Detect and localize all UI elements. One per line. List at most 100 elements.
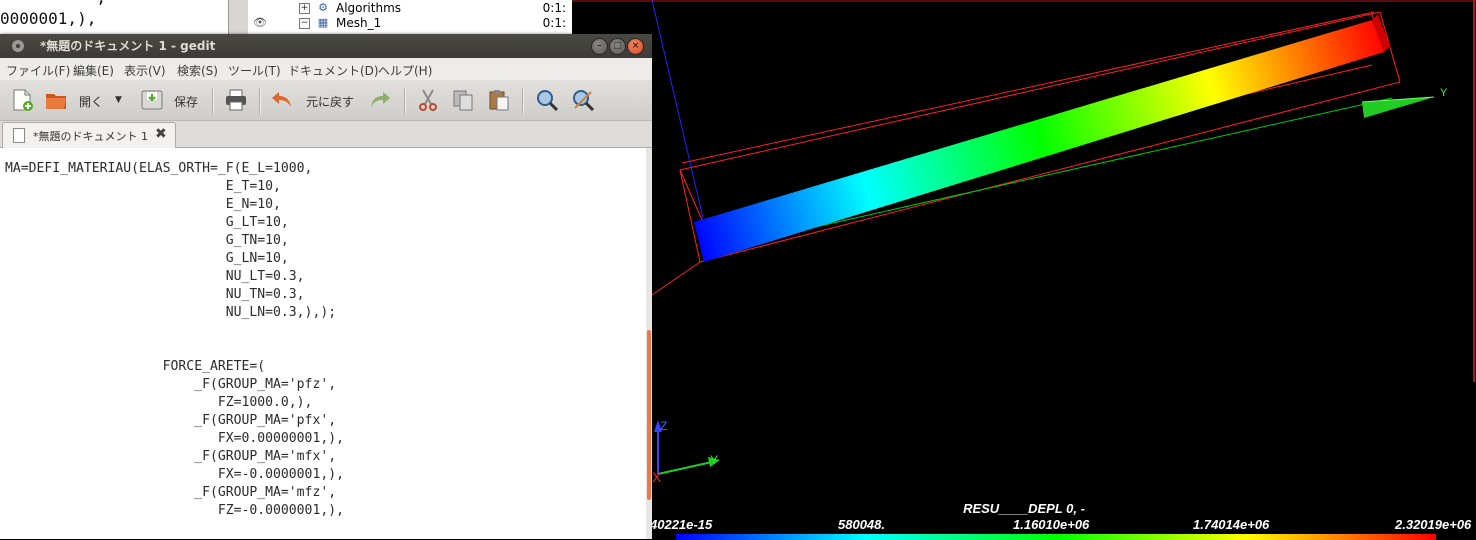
x-axis-label: X — [652, 469, 662, 485]
copy-button[interactable] — [451, 88, 477, 112]
tree-item-entry: 0:1: — [542, 1, 566, 15]
object-browser: + ⚙ Algorithms 0:1: 👁 − ▦ Mesh_1 0:1: — [248, 0, 573, 34]
3d-viewer[interactable]: Y Z Y X RESU____DEPL 0, - 40221e-15 5800… — [572, 0, 1476, 540]
collapse-icon[interactable]: − — [299, 18, 310, 29]
text-editor[interactable]: MA=DEFI_MATERIAU(ELAS_ORTH=_F(E_L=1000, … — [0, 148, 646, 539]
tree-item-entry: 0:1: — [542, 16, 566, 30]
code-line[interactable]: FX=0.00000001,), — [5, 431, 344, 446]
minimize-button[interactable]: – — [591, 38, 608, 55]
toolbar-separator — [212, 88, 214, 114]
menu-documents[interactable]: ドキュメント(D) — [288, 62, 379, 79]
algorithm-icon: ⚙ — [318, 1, 328, 14]
scalar-bar-label-min: 40221e-15 — [650, 517, 713, 532]
z-axis-label: Z — [660, 419, 667, 433]
save-label: 保存 — [174, 95, 199, 109]
code-line[interactable]: G_LN=10, — [5, 251, 289, 266]
code-line[interactable]: FZ=1000.0,), — [5, 395, 313, 410]
find-replace-button[interactable] — [571, 88, 597, 112]
paste-icon — [489, 90, 509, 111]
redo-icon — [371, 92, 390, 107]
code-content[interactable]: MA=DEFI_MATERIAU(ELAS_ORTH=_F(E_L=1000, … — [5, 160, 344, 520]
scalar-bar-label: 580048. — [838, 517, 885, 532]
toolbar-separator — [522, 88, 524, 114]
code-line[interactable]: MA=DEFI_MATERIAU(ELAS_ORTH=_F(E_L=1000, — [5, 161, 312, 176]
scissors-icon — [419, 89, 437, 111]
y-arrow-cone — [1362, 97, 1434, 118]
undo-button[interactable]: 元に戻す — [270, 88, 370, 112]
y-axis-label: Y — [710, 453, 718, 467]
code-line[interactable]: E_T=10, — [5, 179, 281, 194]
code-line[interactable]: FORCE_ARETE=( — [5, 359, 266, 374]
code-line[interactable]: _F(GROUP_MA='pfx', — [5, 413, 336, 428]
menu-file[interactable]: ファイル(F) — [6, 62, 70, 79]
scalar-bar-label: 1.74014e+06 — [1193, 517, 1270, 532]
open-label: 開く — [79, 95, 104, 109]
expand-icon[interactable]: + — [299, 3, 310, 14]
save-icon — [141, 90, 163, 110]
code-line[interactable]: G_LT=10, — [5, 215, 289, 230]
mesh-icon: ▦ — [317, 16, 329, 29]
print-button[interactable] — [224, 88, 250, 112]
scalar-bar-label-max: 2.32019e+06 — [1395, 517, 1472, 532]
find-button[interactable] — [535, 88, 561, 112]
code-line[interactable]: NU_LN=0.3,),); — [5, 305, 336, 320]
folder-open-icon — [46, 94, 66, 109]
background-editor-line: , — [0, 0, 106, 7]
search-icon — [537, 90, 559, 112]
scrollbar-thumb[interactable] — [647, 330, 651, 500]
undo-label: 元に戻す — [306, 95, 355, 109]
menu-view[interactable]: 表示(V) — [124, 62, 166, 79]
code-line[interactable]: NU_LT=0.3, — [5, 269, 305, 284]
open-button[interactable]: 開く ▼ — [44, 88, 154, 112]
deformed-beam[interactable] — [694, 20, 1384, 262]
vertical-scrollbar[interactable] — [646, 148, 652, 539]
tree-item-algorithms[interactable]: + ⚙ Algorithms 0:1: — [248, 1, 572, 16]
code-line[interactable]: NU_TN=0.3, — [5, 287, 305, 302]
redo-button[interactable] — [368, 88, 394, 112]
undo-icon — [272, 92, 291, 107]
toolbar: 開く ▼ 保存 元に戻す — [0, 80, 652, 121]
new-document-icon — [13, 89, 33, 111]
gedit-window: *無題のドキュメント 1 - gedit – □ × ファイル(F) 編集(E)… — [0, 34, 652, 539]
axes-triad: Z Y X — [652, 419, 720, 485]
toolbar-separator — [259, 88, 261, 114]
title-bar[interactable]: *無題のドキュメント 1 - gedit – □ × — [0, 34, 652, 58]
tree-item-mesh[interactable]: 👁 − ▦ Mesh_1 0:1: — [248, 16, 572, 31]
find-replace-icon — [573, 90, 595, 112]
cut-button[interactable] — [416, 88, 442, 112]
splitter[interactable] — [228, 0, 249, 34]
toolbar-separator — [404, 88, 406, 114]
scalar-bar-title: RESU____DEPL 0, - — [963, 501, 1085, 516]
menu-search[interactable]: 検索(S) — [177, 62, 218, 79]
code-line[interactable]: G_TN=10, — [5, 233, 289, 248]
tree-item-label: Mesh_1 — [336, 16, 382, 30]
visibility-eye-icon[interactable]: 👁 — [253, 16, 267, 29]
menu-tools[interactable]: ツール(T) — [228, 62, 281, 79]
new-button[interactable] — [10, 88, 36, 112]
code-line[interactable]: FZ=-0.0000001,), — [5, 503, 344, 518]
code-line[interactable]: _F(GROUP_MA='mfz', — [5, 485, 336, 500]
scalar-bar-gradient — [676, 534, 1436, 540]
close-button[interactable]: × — [627, 38, 644, 55]
code-line[interactable]: _F(GROUP_MA='pfz', — [5, 377, 336, 392]
save-button[interactable]: 保存 — [140, 88, 206, 112]
tab-close-icon[interactable]: ✖ — [155, 126, 167, 142]
maximize-button[interactable]: □ — [609, 38, 626, 55]
menu-help[interactable]: ヘルプ(H) — [378, 62, 432, 79]
copy-icon — [453, 90, 473, 111]
document-tabs: *無題のドキュメント 1 ✖ — [0, 121, 652, 148]
window-menu-icon[interactable] — [12, 40, 24, 52]
menu-edit[interactable]: 編集(E) — [73, 62, 114, 79]
code-line[interactable]: E_N=10, — [5, 197, 281, 212]
axis-line-blue — [651, 0, 704, 219]
code-line[interactable]: _F(GROUP_MA='mfx', — [5, 449, 336, 464]
background-editor: , 0000001,), — [0, 0, 228, 34]
document-icon — [13, 128, 25, 143]
open-dropdown-icon[interactable]: ▼ — [115, 95, 122, 105]
3d-scene[interactable]: Y Z Y X — [572, 0, 1476, 539]
background-editor-line: 0000001,), — [0, 9, 97, 28]
tab-label: *無題のドキュメント 1 — [33, 130, 148, 143]
code-line[interactable]: FX=-0.0000001,), — [5, 467, 344, 482]
tab-document-1[interactable]: *無題のドキュメント 1 ✖ — [2, 122, 176, 148]
paste-button[interactable] — [487, 88, 513, 112]
